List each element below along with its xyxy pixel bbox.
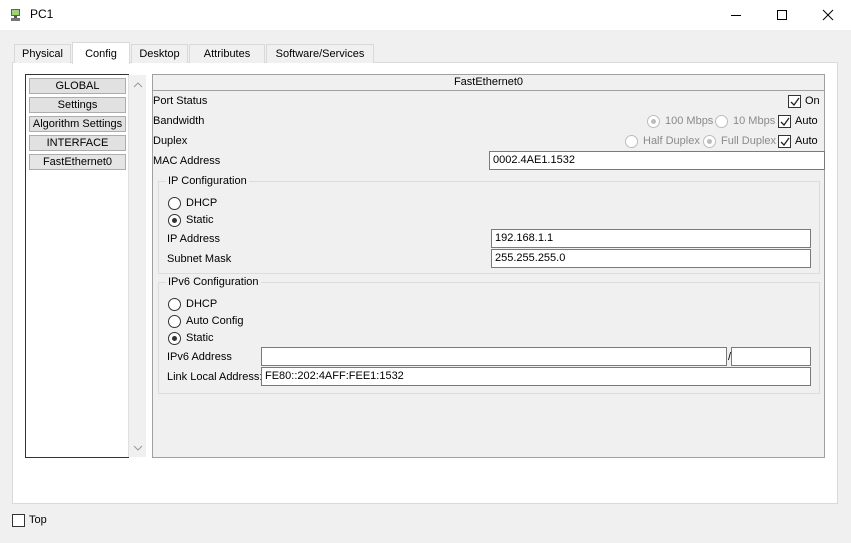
interface-panel: FastEthernet0 Port Status On Bandwidth 1… <box>152 74 825 458</box>
bandwidth-label: Bandwidth <box>153 115 205 127</box>
duplex-auto-label: Auto <box>795 135 818 147</box>
subnet-mask-label: Subnet Mask <box>167 253 232 265</box>
panel-title: FastEthernet0 <box>153 75 824 91</box>
ipv6-configuration-group: IPv6 Configuration DHCP Auto Config Stat… <box>158 276 820 394</box>
subnet-mask-input[interactable]: 255.255.255.0 <box>491 249 811 268</box>
close-button[interactable] <box>805 0 851 30</box>
mac-address-input[interactable]: 0002.4AE1.1532 <box>489 151 825 170</box>
ipv4-dhcp-label: DHCP <box>186 197 218 209</box>
ipv6-address-label: IPv6 Address <box>167 351 232 363</box>
top-label: Top <box>29 514 47 526</box>
maximize-button[interactable] <box>759 0 805 30</box>
ip-configuration-group: IP Configuration DHCP Static IP Address … <box>158 175 820 274</box>
window-title: PC1 <box>30 7 54 21</box>
port-status-on-label: On <box>805 95 820 107</box>
ipv6-address-input[interactable] <box>261 347 727 366</box>
bandwidth-100-radio[interactable] <box>647 115 660 128</box>
ip-address-label: IP Address <box>167 233 220 245</box>
top-checkbox[interactable] <box>12 514 25 527</box>
pc-icon <box>8 7 24 23</box>
port-status-checkbox[interactable] <box>788 95 801 108</box>
minimize-icon <box>731 15 741 16</box>
tab-desktop[interactable]: Desktop <box>131 44 188 63</box>
maximize-icon <box>777 10 787 20</box>
ipv6-static-label: Static <box>186 332 214 344</box>
tab-attributes[interactable]: Attributes <box>189 44 265 63</box>
ip-address-input[interactable]: 192.168.1.1 <box>491 229 811 248</box>
check-icon <box>790 97 800 107</box>
sidebar-item-fastethernet0[interactable]: FastEthernet0 <box>29 154 126 170</box>
sidebar-item-algorithm-settings[interactable]: Algorithm Settings <box>29 116 126 132</box>
bandwidth-auto-label: Auto <box>795 115 818 127</box>
bandwidth-10-radio[interactable] <box>715 115 728 128</box>
mac-address-label: MAC Address <box>153 155 221 167</box>
port-status-label: Port Status <box>153 95 208 107</box>
ipv6-auto-config-label: Auto Config <box>186 315 244 327</box>
half-duplex-radio[interactable] <box>625 135 638 148</box>
ipv6-prefix-input[interactable] <box>731 347 811 366</box>
tab-config[interactable]: Config <box>72 42 130 64</box>
duplex-label: Duplex <box>153 135 188 147</box>
minimize-button[interactable] <box>713 0 759 30</box>
check-icon <box>780 137 790 147</box>
bandwidth-auto-checkbox[interactable] <box>778 115 791 128</box>
ipv4-static-radio[interactable] <box>168 214 181 227</box>
sidebar-item-interface[interactable]: INTERFACE <box>29 135 126 151</box>
title-bar: PC1 <box>0 0 851 30</box>
full-duplex-radio[interactable] <box>703 135 716 148</box>
sidebar-item-global[interactable]: GLOBAL <box>29 78 126 94</box>
ipv4-static-label: Static <box>186 214 214 226</box>
config-sidebar: GLOBAL Settings Algorithm Settings INTER… <box>25 74 129 458</box>
bandwidth-100-label: 100 Mbps <box>665 115 714 127</box>
ipv6-static-radio[interactable] <box>168 332 181 345</box>
tab-physical[interactable]: Physical <box>14 44 71 63</box>
tab-software-services[interactable]: Software/Services <box>266 44 374 63</box>
check-icon <box>780 117 790 127</box>
ipv6-dhcp-radio[interactable] <box>168 298 181 311</box>
bandwidth-10-label: 10 Mbps <box>733 115 776 127</box>
scroll-down-icon[interactable] <box>133 444 143 452</box>
sidebar-item-settings[interactable]: Settings <box>29 97 126 113</box>
sidebar-scrollbar[interactable] <box>128 75 146 457</box>
link-local-address-input[interactable]: FE80::202:4AFF:FEE1:1532 <box>261 367 811 386</box>
duplex-auto-checkbox[interactable] <box>778 135 791 148</box>
ipv6-dhcp-label: DHCP <box>186 298 218 310</box>
ip-configuration-title: IP Configuration <box>166 175 249 187</box>
half-duplex-label: Half Duplex <box>643 135 700 147</box>
close-icon <box>822 9 834 21</box>
ipv6-configuration-title: IPv6 Configuration <box>166 276 261 288</box>
full-duplex-label: Full Duplex <box>721 135 777 147</box>
scroll-up-icon[interactable] <box>133 81 143 89</box>
ipv4-dhcp-radio[interactable] <box>168 197 181 210</box>
link-local-address-label: Link Local Address: <box>167 371 263 383</box>
ipv6-auto-config-radio[interactable] <box>168 315 181 328</box>
